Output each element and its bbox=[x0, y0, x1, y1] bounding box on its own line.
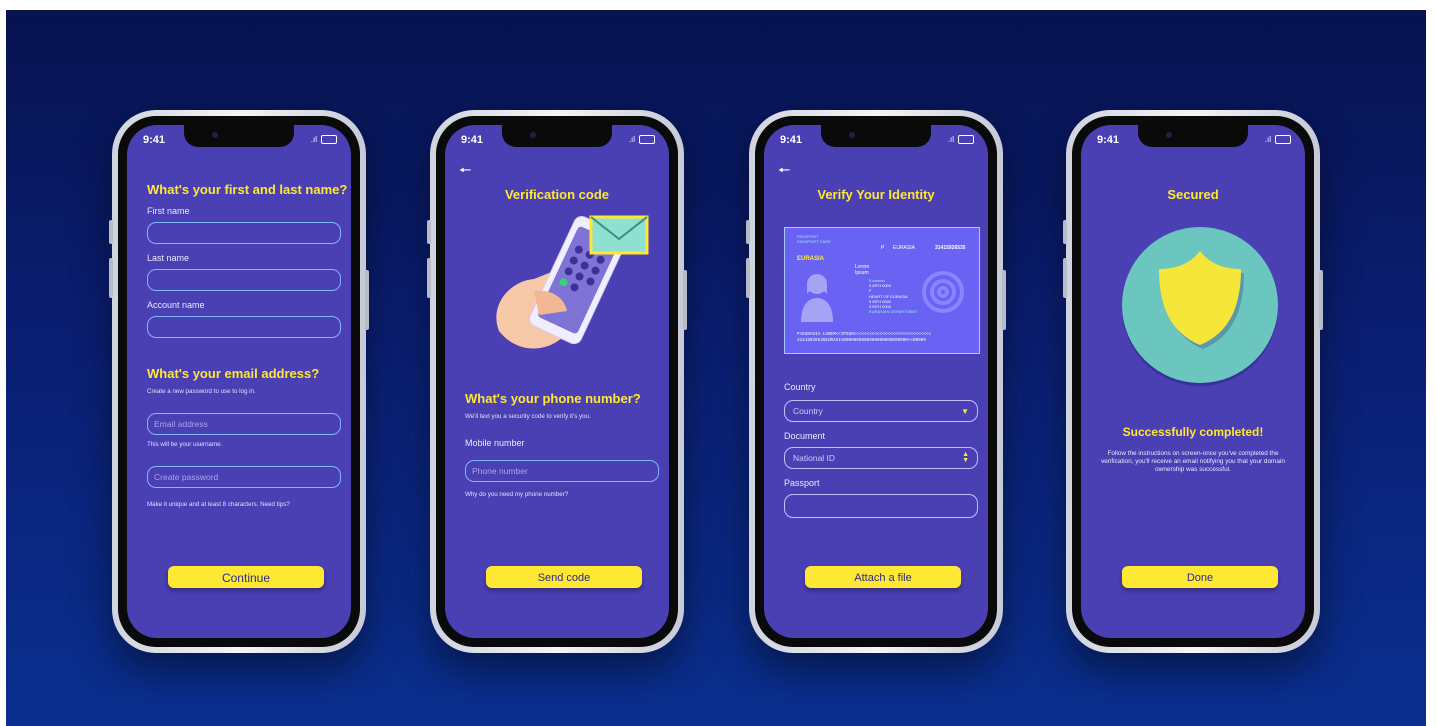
showcase-background: 9:41 .ıl What's your first and last name… bbox=[6, 10, 1426, 726]
country-select-value: Country bbox=[793, 406, 823, 416]
signal-icon: .ıl bbox=[1264, 135, 1271, 144]
success-heading: Successfully completed! bbox=[1122, 425, 1264, 439]
page-title: Verification code bbox=[504, 187, 610, 202]
status-icons: .ıl bbox=[948, 135, 974, 144]
email-subtext: Create a new password to use to log in. bbox=[147, 388, 256, 395]
send-code-button[interactable]: Send code bbox=[486, 566, 642, 588]
phone-in-hand-illustration bbox=[496, 215, 649, 349]
portrait-silhouette-icon bbox=[801, 274, 833, 322]
heading-name: What's your first and last name? bbox=[147, 182, 348, 197]
caret-down-icon: ▼ bbox=[961, 406, 969, 416]
phone-verification-code: 9:41 .ıl 🠔 Verification code What's your… bbox=[427, 110, 687, 653]
status-icons: .ıl bbox=[311, 135, 337, 144]
password-hint: Make it unique and at least 8 characters… bbox=[147, 501, 290, 508]
done-button[interactable]: Done bbox=[1122, 566, 1278, 588]
document-select-value: National ID bbox=[793, 453, 836, 463]
document-select[interactable]: National ID ▲ ▼ bbox=[784, 447, 978, 469]
phone-field[interactable] bbox=[465, 460, 659, 482]
page-title: Verify Your Identity bbox=[817, 187, 935, 202]
passport-number: 31415926535 bbox=[935, 245, 966, 251]
notch bbox=[1138, 125, 1248, 147]
back-arrow-icon[interactable]: 🠔 bbox=[778, 163, 790, 177]
caret-updown-icon: ▲ ▼ bbox=[962, 451, 969, 464]
phone-verify-identity: 9:41 .ıl 🠔 Verify Your Identity PASSPORT… bbox=[746, 110, 1006, 653]
country-label: Country bbox=[784, 382, 816, 392]
passport-mrz2: 31415926535EURASIA0000000000000000000000… bbox=[797, 338, 926, 343]
battery-icon bbox=[639, 135, 655, 144]
mobile-label: Mobile number bbox=[465, 438, 525, 448]
passport-issuer: EURASIA bbox=[797, 256, 825, 262]
account-name-field[interactable] bbox=[147, 316, 341, 338]
email-hint: This will be your username. bbox=[147, 441, 223, 448]
why-phone-link[interactable]: Why do you need my phone number? bbox=[465, 491, 568, 498]
heading-phone: What's your phone number? bbox=[465, 391, 641, 406]
phone-secured: 9:41 .ıl Secured Successfully completed!… bbox=[1063, 110, 1323, 653]
passport-card: PASSPORT PASSPORT CARD P EURASIA 3141592… bbox=[784, 227, 980, 354]
passport-country: EURASIA bbox=[893, 245, 915, 251]
status-time: 9:41 bbox=[143, 134, 166, 146]
passport-type: P bbox=[881, 245, 885, 251]
signal-icon: .ıl bbox=[310, 135, 317, 144]
passport-label: Passport bbox=[784, 478, 820, 488]
notch bbox=[821, 125, 931, 147]
notch bbox=[184, 125, 294, 147]
phone-subtext: We'll text you a security code to verify… bbox=[465, 413, 591, 420]
signal-icon: .ıl bbox=[628, 135, 635, 144]
last-name-label: Last name bbox=[147, 253, 190, 263]
page-title: Secured bbox=[1167, 187, 1219, 202]
emblem-icon bbox=[922, 271, 964, 313]
screen-secured: 9:41 .ıl Secured Successfully completed!… bbox=[1081, 125, 1305, 638]
passport-header-line2: PASSPORT CARD bbox=[797, 239, 831, 244]
notch bbox=[502, 125, 612, 147]
status-time: 9:41 bbox=[1097, 134, 1120, 146]
passport-dept: EURASIAN DEPARTMENT bbox=[869, 309, 918, 315]
last-name-field[interactable] bbox=[147, 269, 341, 291]
screen-verification-code: 9:41 .ıl 🠔 Verification code What's your… bbox=[445, 125, 669, 638]
back-arrow-icon[interactable]: 🠔 bbox=[459, 163, 471, 177]
account-name-label: Account name bbox=[147, 300, 205, 310]
status-time: 9:41 bbox=[461, 134, 484, 146]
status-time: 9:41 bbox=[780, 134, 803, 146]
heading-email: What's your email address? bbox=[147, 366, 320, 381]
signal-icon: .ıl bbox=[947, 135, 954, 144]
status-icons: .ıl bbox=[629, 135, 655, 144]
phone-name-email: 9:41 .ıl What's your first and last name… bbox=[109, 110, 369, 653]
battery-icon bbox=[958, 135, 974, 144]
battery-icon bbox=[1275, 135, 1291, 144]
attach-file-button[interactable]: Attach a file bbox=[805, 566, 961, 588]
passport-field[interactable] bbox=[784, 494, 978, 518]
screen-name-email: 9:41 .ıl What's your first and last name… bbox=[127, 125, 351, 638]
passport-given: Ipsum bbox=[855, 270, 869, 276]
document-label: Document bbox=[784, 431, 826, 441]
email-field[interactable] bbox=[147, 413, 341, 435]
screen-verify-identity: 9:41 .ıl 🠔 Verify Your Identity PASSPORT… bbox=[764, 125, 988, 638]
first-name-label: First name bbox=[147, 206, 190, 216]
continue-button[interactable]: Continue bbox=[168, 566, 324, 588]
success-body: Follow the instructions on screen-once y… bbox=[1101, 450, 1285, 473]
password-field[interactable] bbox=[147, 466, 341, 488]
status-icons: .ıl bbox=[1265, 135, 1291, 144]
shield-icon bbox=[1122, 227, 1278, 386]
country-select[interactable]: Country ▼ bbox=[784, 400, 978, 422]
battery-icon bbox=[321, 135, 337, 144]
first-name-field[interactable] bbox=[147, 222, 341, 244]
